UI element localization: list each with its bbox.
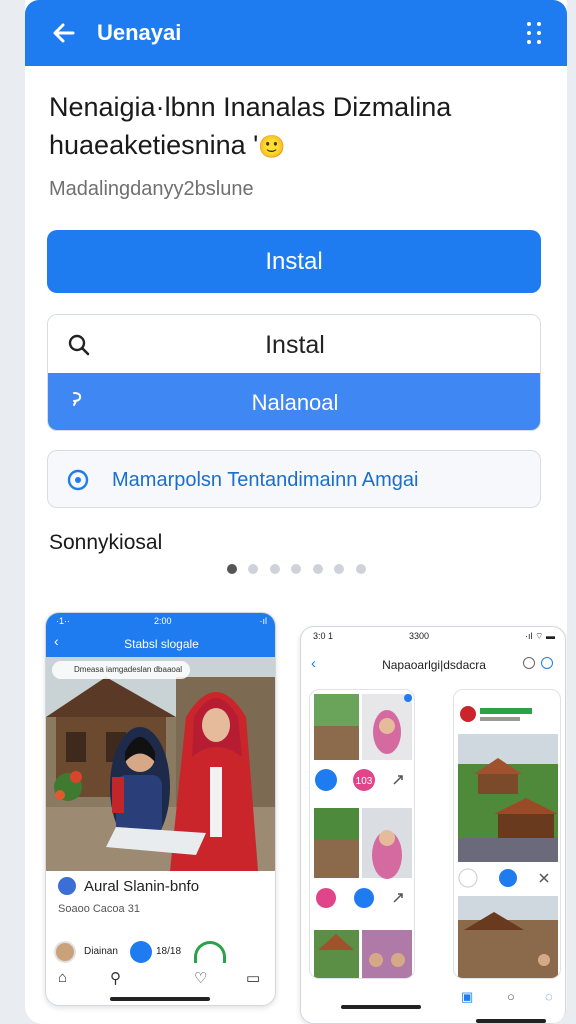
- preview-name: Aural Slanin-bnfo: [84, 878, 200, 895]
- headline-line-1: Nenaigia·lbnn Inanalas Dizmalina: [49, 92, 452, 122]
- home-indicator: [110, 997, 210, 1001]
- arch-icon: [194, 941, 226, 963]
- feed-column-right: [453, 689, 561, 979]
- screenshot-preview-2[interactable]: 3:0 1 3300 ·ıl ⌔ ▬ ‹ Napaoarlgi|dsdacra …: [300, 626, 566, 1024]
- refresh-icon: [541, 657, 553, 669]
- carousel-dot[interactable]: [270, 564, 280, 574]
- badge-icon: [130, 941, 152, 963]
- dots-grid-icon[interactable]: [527, 22, 545, 46]
- search-row[interactable]: Instal: [48, 315, 540, 373]
- photo-two-women: [46, 657, 275, 871]
- footer-count: 18/18: [156, 946, 182, 957]
- profile-icon: ◌: [545, 989, 553, 1004]
- footer-name: Diainan: [84, 946, 118, 957]
- status-time: ·1··: [56, 616, 70, 626]
- home-icon: ▣: [461, 989, 474, 1004]
- screenshot-preview-1[interactable]: ·1·· 2:00 ·ıl ‹ Stabsl slogale Dmeasa ia…: [45, 612, 276, 1006]
- badge-count: 103: [356, 776, 373, 787]
- home-icon: ⌂: [58, 969, 68, 986]
- status-center: 3300: [409, 631, 430, 641]
- headline-line-2: huaeaketiesnina ': [49, 130, 259, 160]
- blue-action-row[interactable]: Nalanoal: [48, 373, 540, 430]
- circle-icon: ○: [507, 989, 515, 1004]
- feed-images-left: 103: [314, 694, 412, 978]
- signal-icon: ·ıl ⌔ ▬: [525, 631, 555, 641]
- carousel-dot[interactable]: [227, 564, 237, 574]
- clock-icon: [523, 657, 535, 669]
- heart-icon: ♡: [194, 970, 208, 987]
- app-screen: Uenayai Nenaigia·lbnn Inanalas Dizmalina…: [25, 0, 567, 1024]
- carousel-dot[interactable]: [248, 564, 258, 574]
- info-circle-icon: [66, 468, 90, 492]
- section-title: Sonnykiosal: [49, 531, 163, 554]
- signal-icon: ·ıl: [259, 616, 268, 626]
- page-subtitle: Madalingdanyy2bslune: [49, 178, 254, 200]
- home-indicator: [476, 1019, 546, 1023]
- feed-images-right: [458, 706, 558, 978]
- preview-app-bar: ·1·· 2:00 ·ıl ‹ Stabsl slogale: [46, 613, 275, 657]
- arrow-left-icon[interactable]: [47, 16, 81, 50]
- carousel-dot[interactable]: [313, 564, 323, 574]
- search-icon: ⚲: [110, 970, 121, 987]
- app-title: Uenayai: [97, 20, 182, 45]
- action-box: Instal Nalanoal: [47, 314, 541, 431]
- search-row-label: Instal: [265, 331, 325, 359]
- carousel-dot[interactable]: [356, 564, 366, 574]
- photo-caption-chip: Dmeasa iamgadeslan dbaaoal: [52, 661, 191, 679]
- info-row-label: Mamarpolsn Tentandimainn Amgai: [112, 469, 419, 491]
- preview-bottom-nav: ⌂ ⚲ ♡ ▭: [46, 969, 275, 993]
- smile-emoji-icon: 🙂: [258, 134, 286, 159]
- preview-subtext: Soaoo Cacoa 31: [58, 903, 140, 915]
- preview-title: Stabsl slogale: [124, 637, 199, 651]
- install-button[interactable]: Instal: [47, 230, 541, 293]
- blue-row-label: Nalanoal: [251, 390, 339, 415]
- carousel-dot[interactable]: [291, 564, 301, 574]
- page-headline: Nenaigia·lbnn Inanalas Dizmalina huaeake…: [49, 88, 549, 166]
- top-app-bar: Uenayai: [25, 0, 567, 66]
- feed-column-left: 103: [309, 689, 415, 979]
- carousel-dot[interactable]: [334, 564, 344, 574]
- info-row[interactable]: Mamarpolsn Tentandimainn Amgai: [47, 450, 541, 508]
- avatar: [54, 941, 76, 963]
- home-indicator: [341, 1005, 421, 1009]
- chat-icon: ▭: [246, 970, 261, 987]
- profile-icon: [58, 877, 76, 895]
- status-time: 3:0 1: [313, 631, 334, 641]
- status-center: 2:00: [154, 616, 172, 626]
